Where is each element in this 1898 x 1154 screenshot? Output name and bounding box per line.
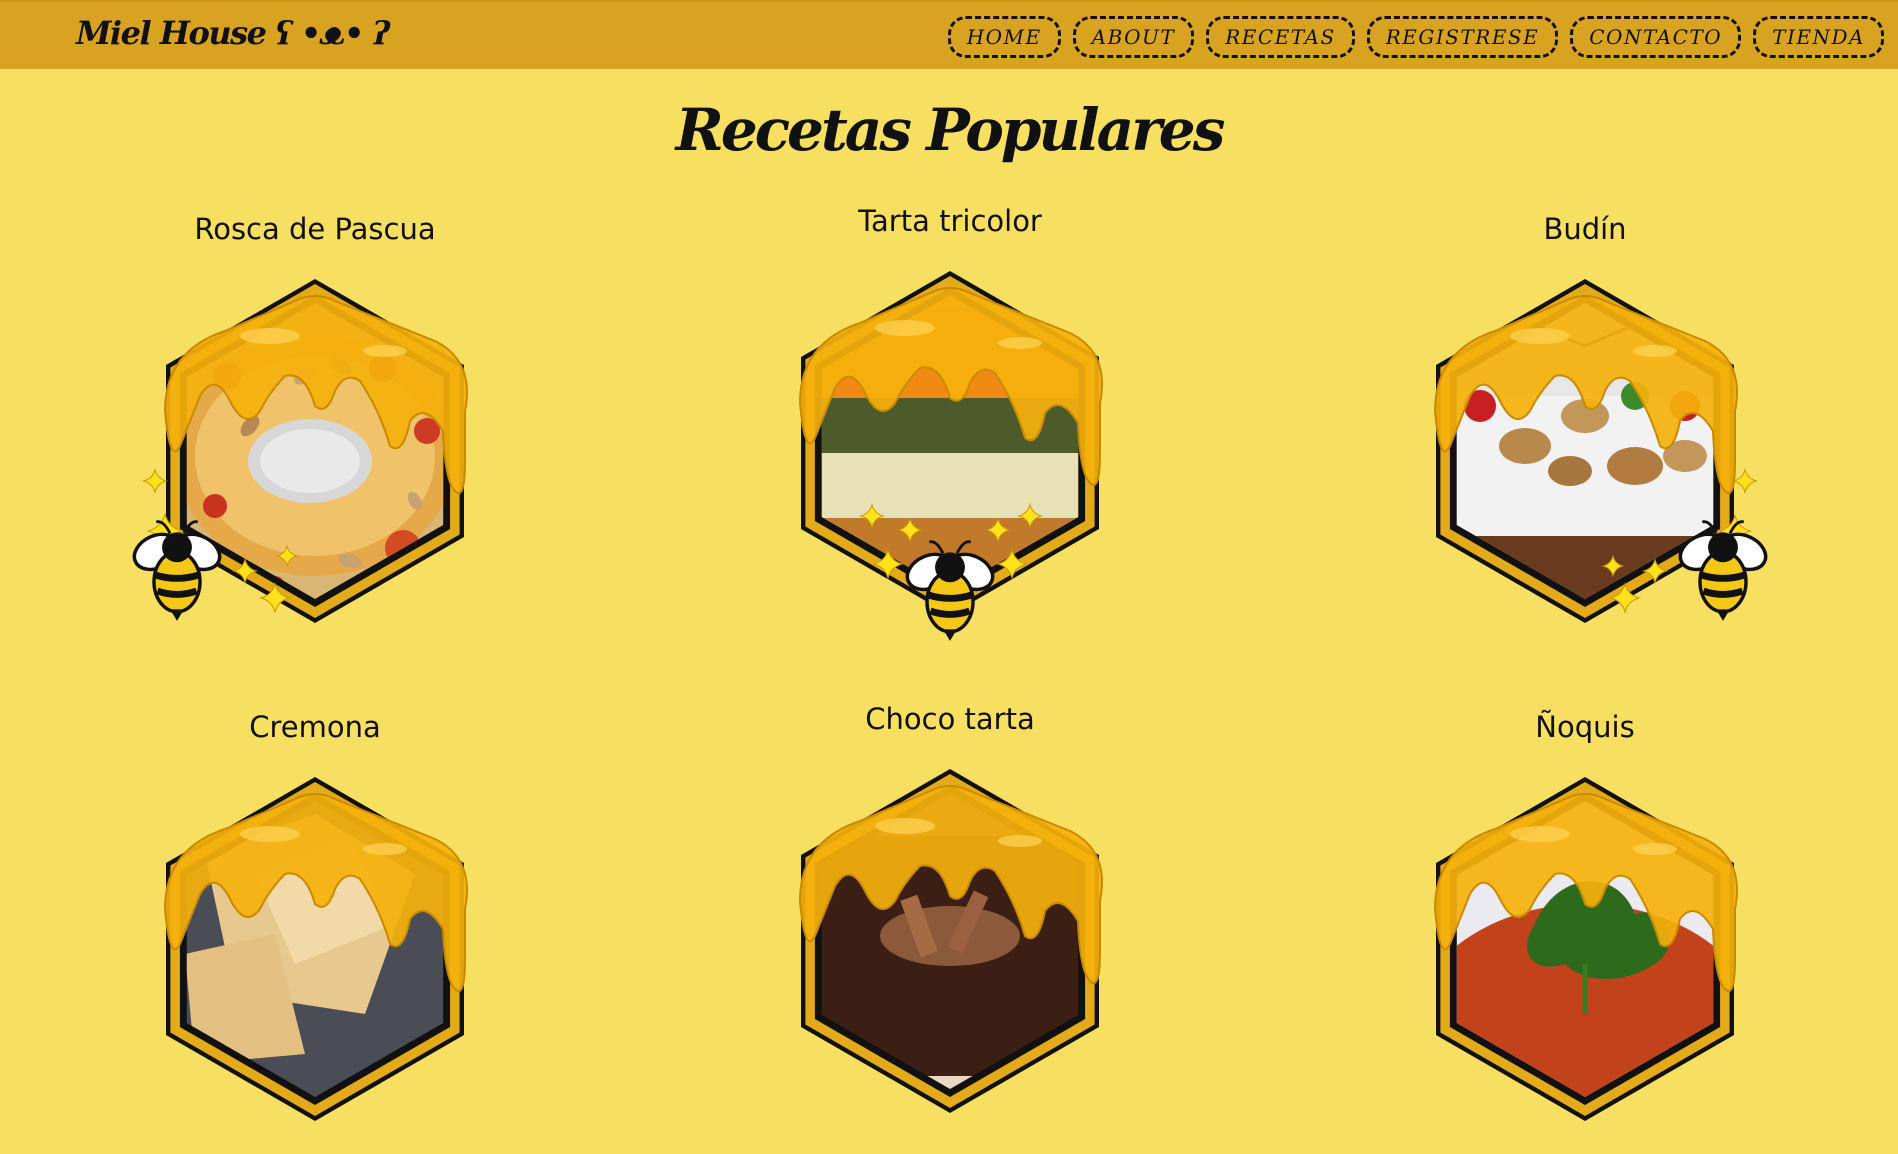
recipe-title: Budín	[1543, 212, 1627, 246]
recipe-title: Rosca de Pascua	[194, 212, 436, 246]
recipe-hex-image[interactable]	[1385, 256, 1785, 656]
recipe-title: Cremona	[249, 710, 381, 744]
brand-logo[interactable]: Miel House ʕ •ᴥ• ʔ	[76, 14, 390, 52]
nav-home-button[interactable]: HOME	[947, 16, 1061, 58]
main-nav: HOME ABOUT RECETAS REGISTRESE CONTACTO T…	[947, 16, 1884, 58]
nav-contacto-button[interactable]: CONTACTO	[1570, 16, 1742, 58]
sparkle-icon	[141, 467, 169, 495]
nav-recetas-button[interactable]: RECETAS	[1206, 16, 1355, 58]
recipe-title: Ñoquis	[1535, 710, 1635, 744]
nav-tienda-button[interactable]: TIENDA	[1753, 16, 1884, 58]
recipe-hex-image[interactable]	[1385, 754, 1785, 1154]
nav-about-button[interactable]: ABOUT	[1072, 16, 1195, 58]
page-title: Recetas Populares	[675, 96, 1226, 164]
recipe-title: Tarta tricolor	[858, 204, 1042, 238]
sparkle-icon	[1731, 467, 1759, 495]
nav-registrese-button[interactable]: REGISTRESE	[1366, 16, 1559, 58]
recipe-hex-image[interactable]	[115, 754, 515, 1154]
recipe-title: Choco tarta	[865, 702, 1035, 736]
top-navbar: Miel House ʕ •ᴥ• ʔ HOME ABOUT RECETAS RE…	[0, 0, 1898, 69]
recipe-hex-image[interactable]	[750, 248, 1150, 648]
recipe-hex-image[interactable]	[750, 746, 1150, 1146]
recipe-hex-image[interactable]	[115, 256, 515, 656]
